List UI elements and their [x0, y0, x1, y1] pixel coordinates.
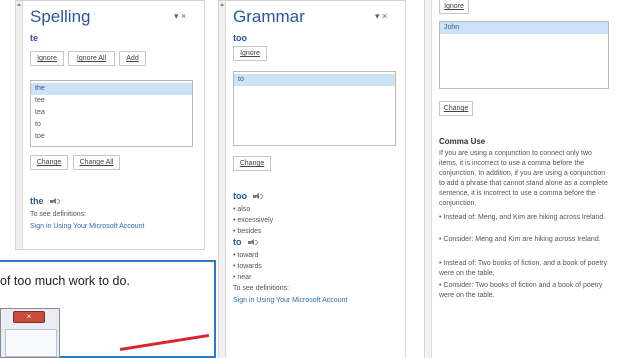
- rule-example: • Instead of: Meng, and Kim are hiking a…: [439, 214, 606, 221]
- dialog-body: [5, 329, 57, 357]
- definition-word: the: [30, 196, 44, 206]
- suggestion-item[interactable]: to: [31, 119, 192, 131]
- rule-title: Comma Use: [439, 137, 486, 146]
- synonym-item: • besides: [233, 228, 262, 235]
- ignore-button[interactable]: Ignore: [30, 51, 64, 66]
- rule-scroll-strip[interactable]: [425, 0, 432, 358]
- definition-word: to: [233, 237, 242, 247]
- suggestion-item[interactable]: toe: [31, 131, 192, 143]
- change-button[interactable]: Change: [30, 155, 68, 170]
- rule-example: • Instead of: Two books of fiction, and …: [439, 260, 608, 277]
- rule-example: • Consider: Two books of fiction and a b…: [439, 282, 603, 299]
- change-button[interactable]: Change: [439, 101, 473, 116]
- rule-suggestions-list[interactable]: John: [439, 21, 609, 89]
- grammar-pane-controls[interactable]: ▾ ×: [375, 11, 387, 22]
- sign-in-link[interactable]: Sign in Using Your Microsoft Account: [30, 223, 144, 230]
- definition-heading-too: too: [233, 191, 263, 201]
- rule-example: • Consider: Meng and Kim are hiking acro…: [439, 236, 601, 243]
- spelling-scroll-strip[interactable]: [16, 1, 23, 249]
- grammar-scroll-strip[interactable]: [219, 1, 226, 358]
- suggestion-item[interactable]: the: [31, 83, 192, 95]
- definition-heading-to: to: [233, 237, 258, 247]
- suggestion-item[interactable]: to: [234, 74, 395, 86]
- ignore-button[interactable]: Ignore: [233, 46, 267, 61]
- synonym-item: • also: [233, 206, 251, 213]
- close-icon[interactable]: ×: [13, 311, 45, 323]
- flagged-word: too: [233, 33, 247, 43]
- add-button[interactable]: Add: [119, 51, 146, 66]
- suggestion-item[interactable]: tea: [31, 107, 192, 119]
- change-button[interactable]: Change: [233, 156, 271, 171]
- synonym-item: • near: [233, 274, 252, 281]
- spelling-pane-controls[interactable]: ▾ ×: [174, 11, 186, 22]
- scroll-up-icon[interactable]: [17, 3, 21, 6]
- ignore-all-button[interactable]: Ignore All: [68, 51, 115, 66]
- spelling-pane: Spelling ▾ × te Ignore Ignore All Add th…: [15, 0, 205, 250]
- document-text: of too much work to do.: [0, 274, 130, 288]
- scroll-up-icon[interactable]: [220, 3, 224, 6]
- synonym-item: • towards: [233, 263, 262, 270]
- speaker-icon[interactable]: [49, 197, 60, 205]
- spelling-title: Spelling: [30, 7, 91, 26]
- to-synonyms: • toward • towards • near: [233, 250, 262, 283]
- ignore-button[interactable]: Ignore: [439, 0, 469, 14]
- grammar-title: Grammar: [233, 7, 305, 26]
- definition-heading: the: [30, 196, 60, 206]
- message-dialog: ×: [0, 308, 60, 358]
- misspelled-word: te: [30, 33, 39, 43]
- change-all-button[interactable]: Change All: [73, 155, 120, 170]
- speaker-icon[interactable]: [253, 192, 263, 200]
- grammar-rule-pane: Ignore John Change Comma Use If you are …: [424, 0, 618, 358]
- see-definitions-text: To see definitions:: [233, 285, 290, 292]
- suggestions-list[interactable]: the tee tea to toe: [30, 80, 193, 147]
- see-definitions-text: To see definitions:: [30, 211, 87, 218]
- suggestion-item[interactable]: tee: [31, 95, 192, 107]
- too-synonyms: • also • excessively • besides: [233, 204, 273, 237]
- sign-in-link[interactable]: Sign in Using Your Microsoft Account: [233, 297, 347, 304]
- definition-word: too: [233, 191, 247, 201]
- speaker-icon[interactable]: [247, 238, 258, 246]
- suggestion-item[interactable]: John: [440, 22, 608, 34]
- grammar-suggestions-list[interactable]: to: [233, 71, 396, 146]
- rule-explanation: If you are using a conjunction to connec…: [439, 150, 608, 207]
- grammar-pane: Grammar ▾ × too Ignore to Change too • a…: [218, 0, 406, 358]
- synonym-item: • excessively: [233, 217, 274, 224]
- synonym-item: • toward: [233, 252, 259, 259]
